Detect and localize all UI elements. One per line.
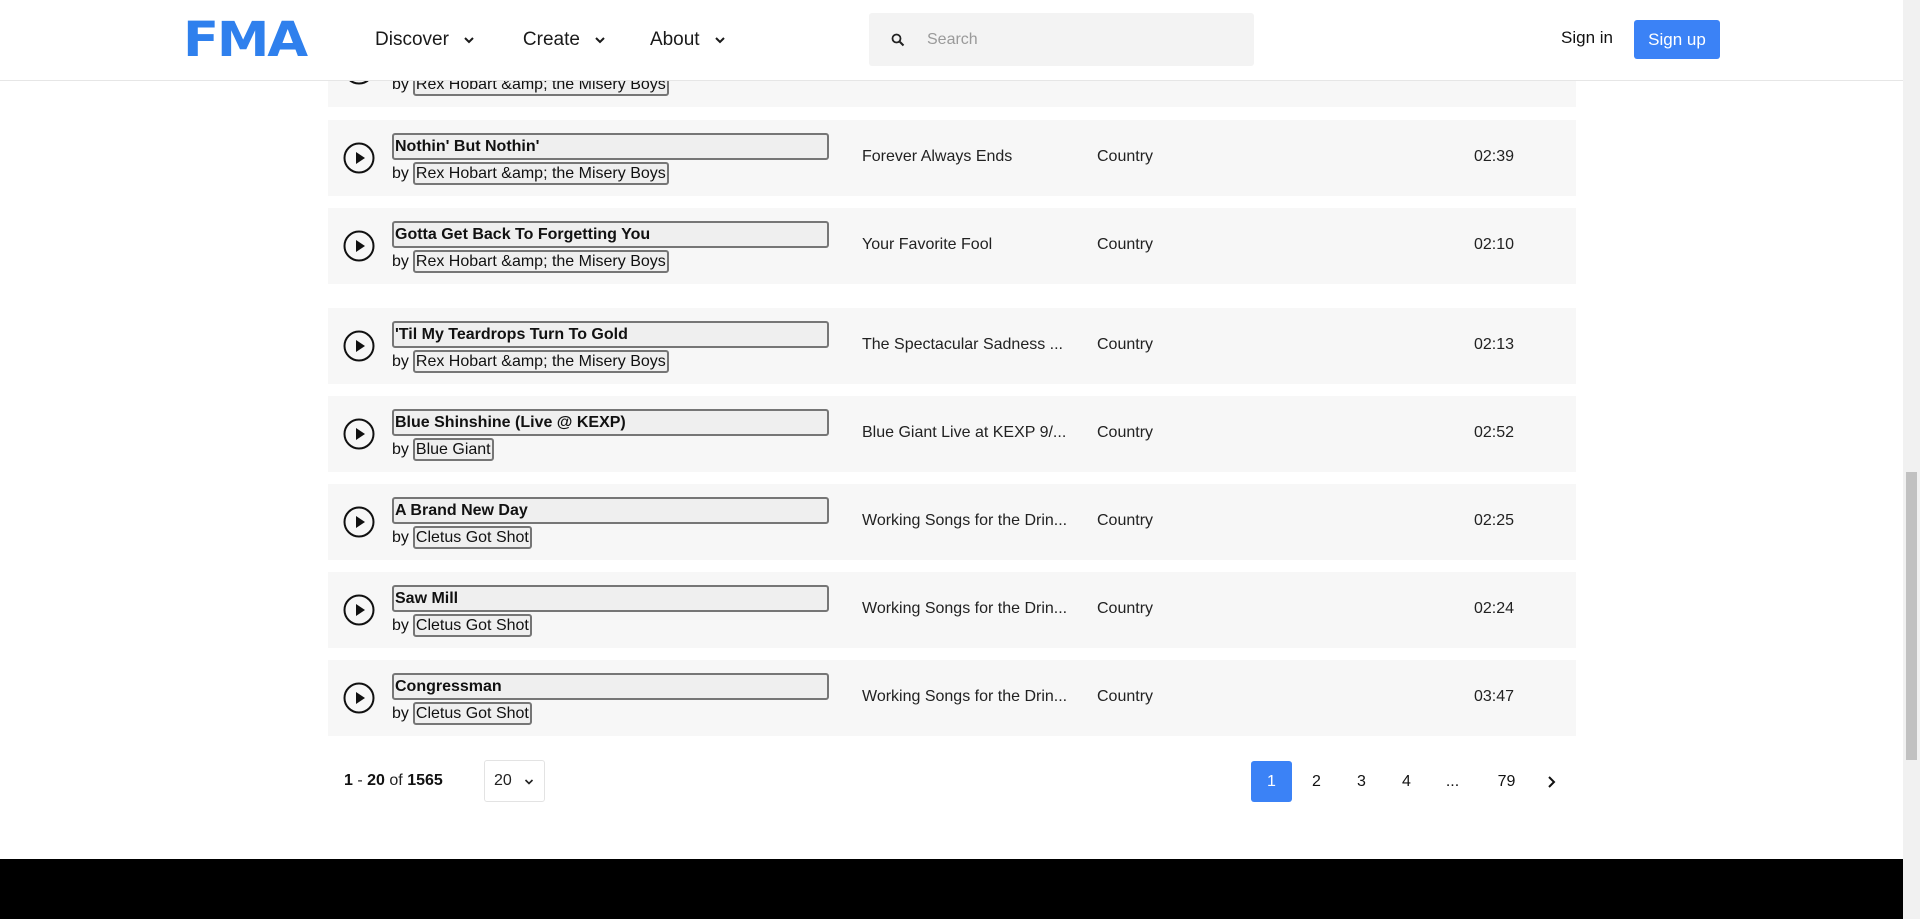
artist-link[interactable]: Rex Hobart &amp; the Misery Boys bbox=[412, 350, 669, 373]
play-icon[interactable] bbox=[343, 230, 375, 262]
track-title[interactable]: 'Til My Teardrops Turn To Gold bbox=[392, 321, 829, 348]
by-label: by bbox=[392, 529, 409, 546]
track-row: Saw Mill by Cletus Got Shot Working Songs… bbox=[328, 572, 1576, 648]
track-row: Blue Shinshine (Live @ KEXP) by Blue Gian… bbox=[328, 396, 1576, 472]
chevron-down-icon bbox=[464, 37, 474, 44]
by-label: by bbox=[392, 165, 409, 182]
track-row: Nothin' But Nothin' by Rex Hobart &amp; t… bbox=[328, 120, 1576, 196]
track-title[interactable]: Saw Mill bbox=[392, 585, 829, 612]
album-link[interactable]: Your Favorite Fool bbox=[862, 236, 1067, 254]
genre-label[interactable]: Country bbox=[1097, 236, 1153, 254]
track-row: Congressman by Cletus Got Shot Working So… bbox=[328, 660, 1576, 736]
genre-label[interactable]: Country bbox=[1097, 600, 1153, 618]
page-2-button[interactable]: 2 bbox=[1296, 761, 1337, 802]
nav-create-label: Create bbox=[522, 29, 580, 50]
track-title[interactable]: Gotta Get Back To Forgetting You bbox=[392, 221, 829, 248]
nav-discover[interactable]: Discover bbox=[375, 24, 475, 56]
site-footer bbox=[0, 859, 1903, 919]
duration-label: 02:10 bbox=[1474, 236, 1515, 253]
duration-label: 02:52 bbox=[1474, 424, 1515, 441]
play-icon[interactable] bbox=[343, 142, 375, 174]
sign-up-button[interactable]: Sign up bbox=[1634, 20, 1720, 59]
scrollbar-thumb[interactable] bbox=[1906, 472, 1917, 760]
search-icon bbox=[891, 33, 905, 46]
sign-in-link[interactable]: Sign in bbox=[1561, 28, 1613, 48]
per-page-select[interactable]: 20 bbox=[484, 760, 545, 802]
artist-link[interactable]: Cletus Got Shot bbox=[412, 526, 532, 549]
artist-link[interactable]: Cletus Got Shot bbox=[412, 614, 532, 637]
page-3-button[interactable]: 3 bbox=[1341, 761, 1382, 802]
range-separator: - bbox=[357, 772, 363, 789]
track-title[interactable]: Blue Shinshine (Live @ KEXP) bbox=[392, 409, 829, 436]
artist-link[interactable]: Rex Hobart &amp; the Misery Boys bbox=[412, 250, 669, 273]
chevron-down-icon bbox=[714, 37, 725, 44]
track-title[interactable]: Congressman bbox=[392, 673, 829, 700]
track-byline: by Rex Hobart &amp; the Misery Boys bbox=[392, 162, 669, 185]
duration-label: 02:25 bbox=[1474, 512, 1515, 529]
by-label: by bbox=[392, 705, 409, 722]
range-total: 1565 bbox=[407, 772, 443, 789]
play-icon[interactable] bbox=[343, 418, 375, 450]
main-nav: Discover Create About bbox=[375, 24, 726, 56]
play-icon[interactable] bbox=[343, 594, 375, 626]
page-1-button[interactable]: 1 bbox=[1251, 761, 1292, 802]
play-icon[interactable] bbox=[343, 682, 375, 714]
per-page-value: 20 bbox=[494, 772, 512, 789]
track-byline: by Rex Hobart &amp; the Misery Boys bbox=[392, 350, 669, 373]
genre-label[interactable]: Country bbox=[1097, 424, 1153, 442]
page-ellipsis: ... bbox=[1445, 772, 1460, 790]
by-label: by bbox=[392, 253, 409, 270]
track-row: 'Til My Teardrops Turn To Gold by Rex Hob… bbox=[328, 308, 1576, 384]
by-label: by bbox=[392, 617, 409, 634]
track-byline: by Cletus Got Shot bbox=[392, 614, 532, 637]
results-range: 1 - 20 of 1565 bbox=[344, 772, 443, 790]
range-of: of bbox=[389, 772, 403, 789]
album-link[interactable]: Blue Giant Live at KEXP 9/... bbox=[862, 424, 1067, 442]
play-icon[interactable] bbox=[343, 506, 375, 538]
chevron-down-icon bbox=[524, 779, 534, 785]
artist-link[interactable]: Blue Giant bbox=[412, 438, 494, 461]
search-box bbox=[869, 13, 1254, 66]
track-title[interactable]: A Brand New Day bbox=[392, 497, 829, 524]
genre-label[interactable]: Country bbox=[1097, 336, 1153, 354]
genre-label[interactable]: Country bbox=[1097, 148, 1153, 166]
site-header: FMA Discover Create About Sign in Sign u… bbox=[0, 0, 1903, 81]
artist-link[interactable]: Rex Hobart &amp; the Misery Boys bbox=[412, 162, 669, 185]
track-row: Gotta Get Back To Forgetting You by Rex H… bbox=[328, 208, 1576, 284]
duration-label: 02:39 bbox=[1474, 148, 1515, 165]
page-79-button[interactable]: 79 bbox=[1486, 761, 1527, 802]
page-4-button[interactable]: 4 bbox=[1386, 761, 1427, 802]
album-link[interactable]: Working Songs for the Drin... bbox=[862, 600, 1067, 618]
chevron-down-icon bbox=[595, 37, 605, 44]
by-label: by bbox=[392, 353, 409, 370]
search-input[interactable] bbox=[927, 30, 1227, 49]
nav-about[interactable]: About bbox=[650, 24, 726, 56]
play-icon[interactable] bbox=[343, 330, 375, 362]
genre-label[interactable]: Country bbox=[1097, 688, 1153, 706]
range-start: 1 bbox=[344, 772, 353, 789]
duration-label: 02:13 bbox=[1474, 336, 1515, 353]
chevron-right-icon[interactable] bbox=[1543, 774, 1559, 790]
track-byline: by Blue Giant bbox=[392, 438, 494, 461]
page-scrollbar[interactable] bbox=[1903, 0, 1920, 919]
track-row: A Brand New Day by Cletus Got Shot Workin… bbox=[328, 484, 1576, 560]
album-link[interactable]: Working Songs for the Drin... bbox=[862, 688, 1067, 706]
album-link[interactable]: Forever Always Ends bbox=[862, 148, 1067, 166]
genre-label[interactable]: Country bbox=[1097, 512, 1153, 530]
nav-create[interactable]: Create bbox=[523, 24, 606, 56]
track-byline: by Rex Hobart &amp; the Misery Boys bbox=[392, 250, 669, 273]
album-link[interactable]: The Spectacular Sadness ... bbox=[862, 336, 1067, 354]
track-byline: by Cletus Got Shot bbox=[392, 526, 532, 549]
duration-label: 03:47 bbox=[1474, 688, 1515, 705]
nav-about-label: About bbox=[649, 29, 700, 50]
by-label: by bbox=[392, 441, 409, 458]
artist-link[interactable]: Cletus Got Shot bbox=[412, 702, 532, 725]
range-end: 20 bbox=[367, 772, 385, 789]
album-link[interactable]: Working Songs for the Drin... bbox=[862, 512, 1067, 530]
track-title[interactable]: Nothin' But Nothin' bbox=[392, 133, 829, 160]
fma-logo[interactable]: FMA bbox=[183, 16, 308, 64]
nav-discover-label: Discover bbox=[375, 29, 449, 50]
track-byline: by Cletus Got Shot bbox=[392, 702, 532, 725]
duration-label: 02:24 bbox=[1474, 600, 1515, 617]
